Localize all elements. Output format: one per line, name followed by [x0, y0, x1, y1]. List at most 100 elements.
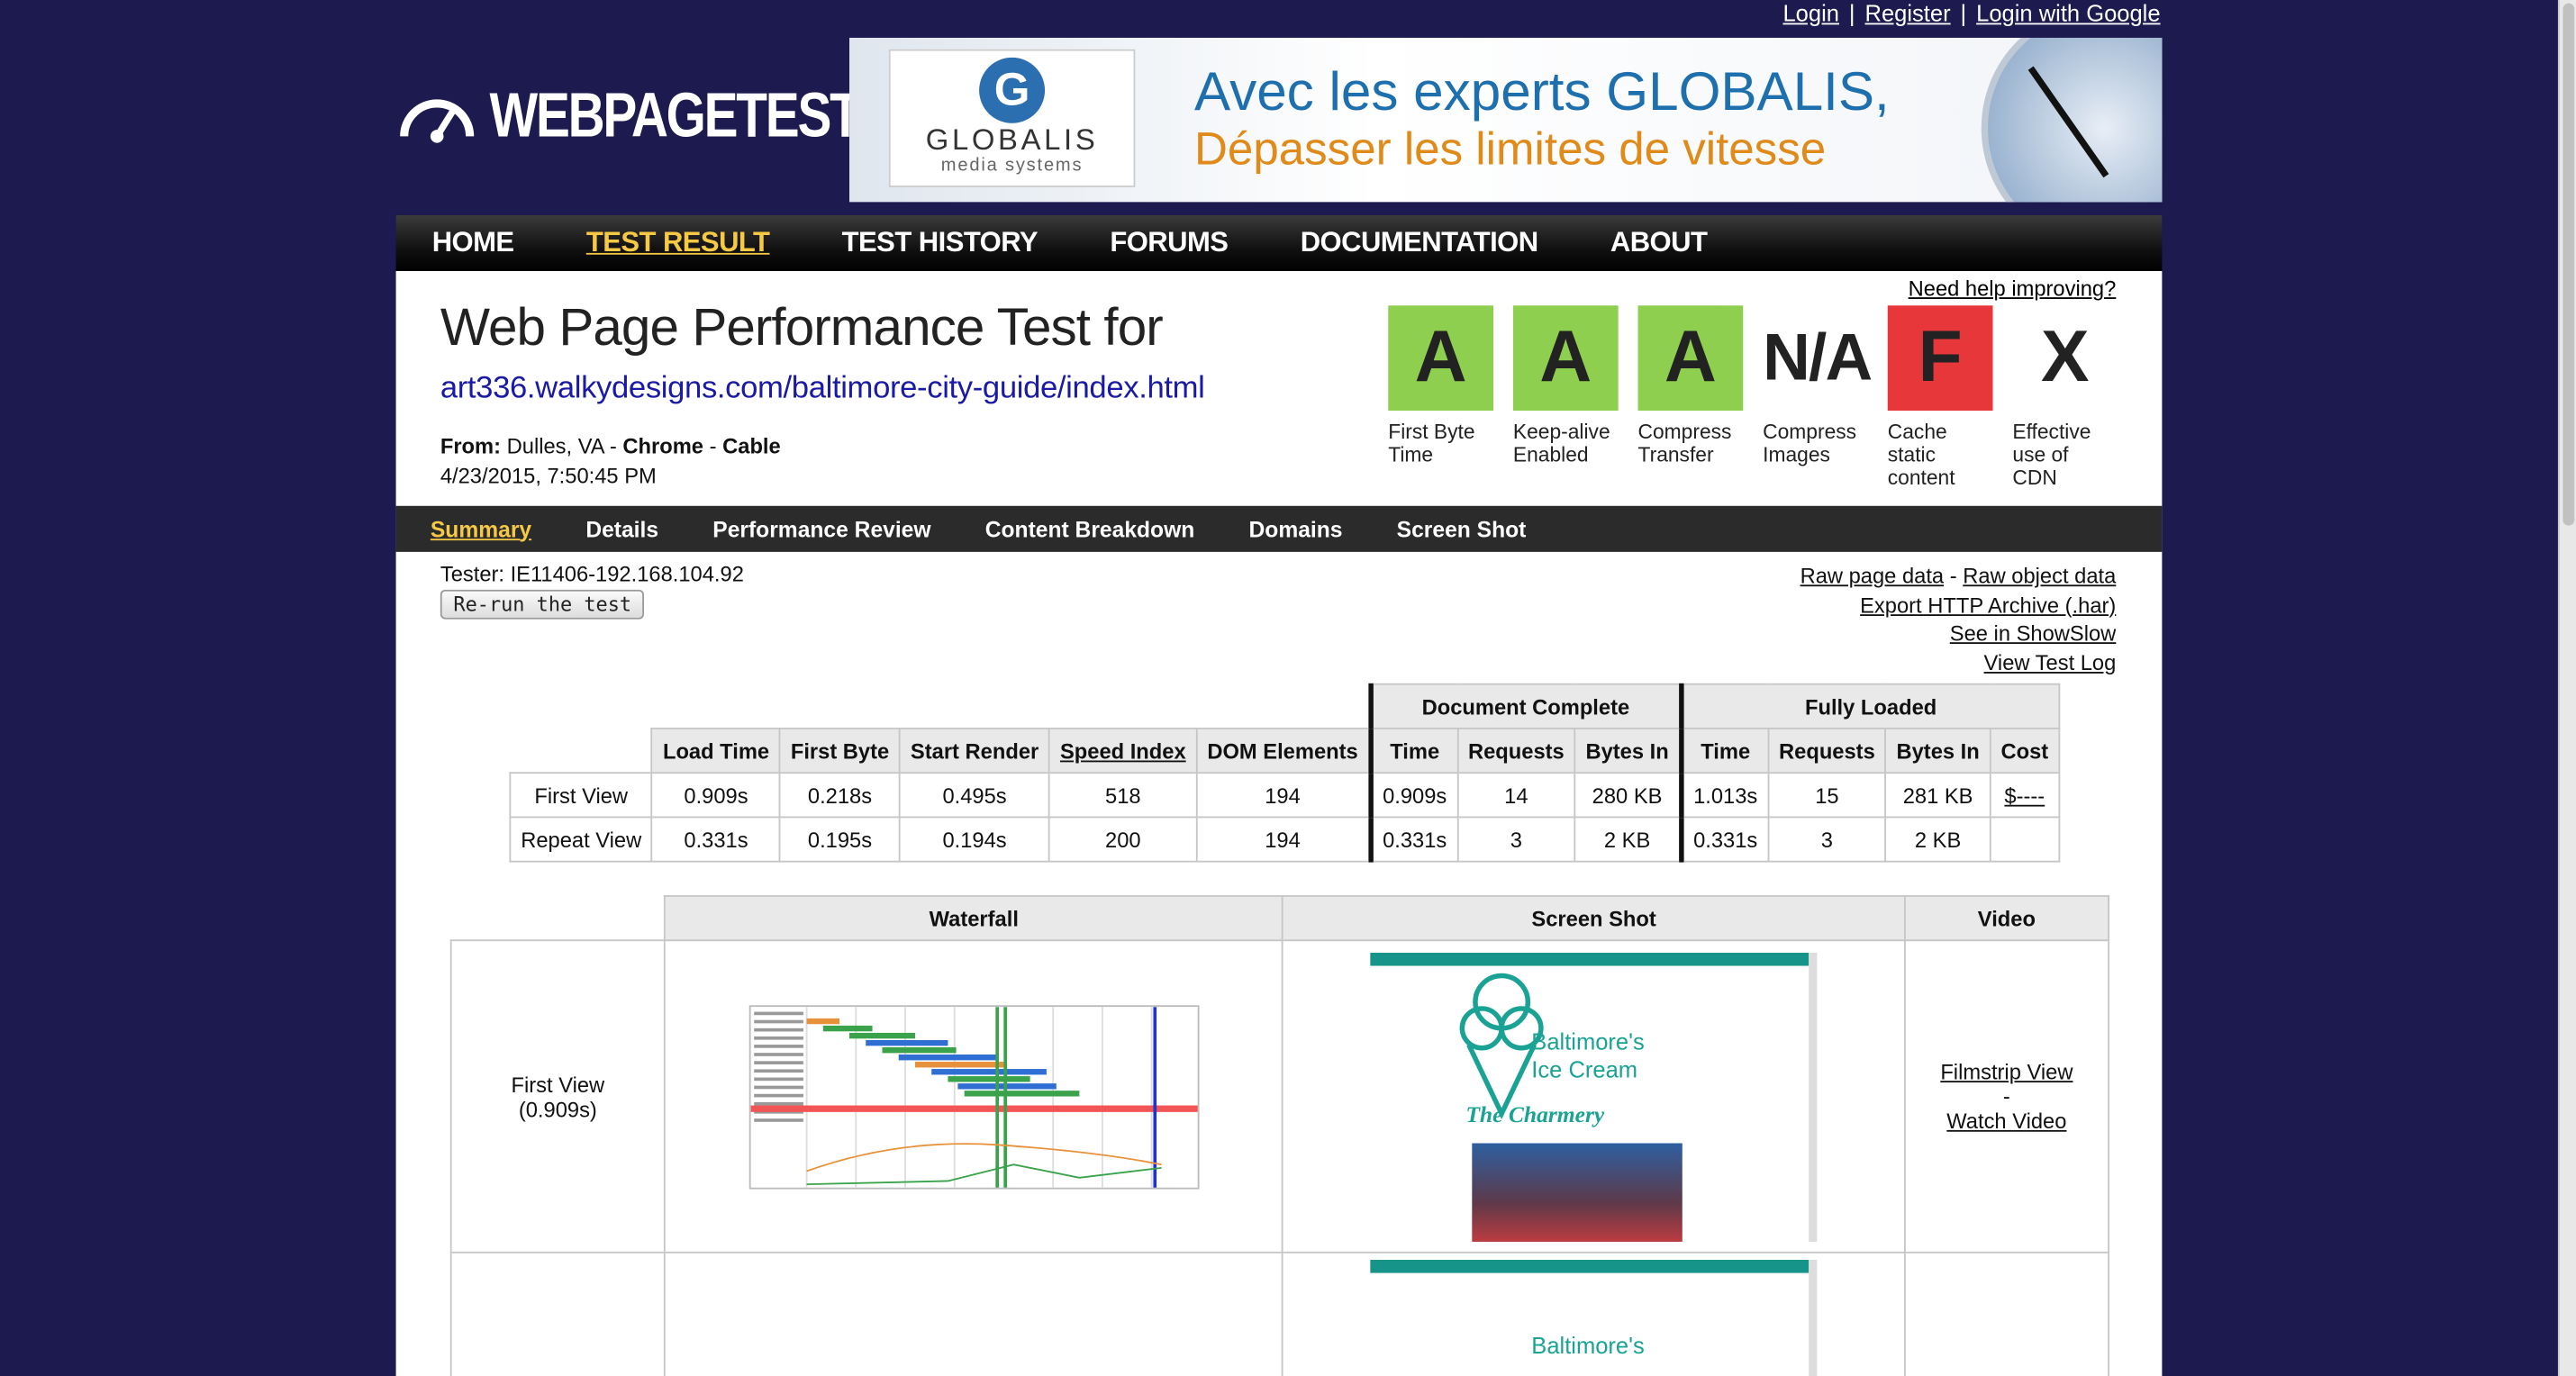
first-view-media-row: First View (0.909s) Baltimore's Ice Crea… [449, 939, 2110, 1254]
screenshot-title2: Ice Cream [1531, 1055, 1638, 1082]
cost-link[interactable]: $---- [1989, 772, 2060, 819]
cell: 14 [1456, 772, 1576, 819]
cell: 200 [1048, 816, 1198, 863]
row-label: Repeat View [509, 816, 654, 863]
first-view-time: (0.909s) [518, 1096, 597, 1121]
video-header: Video [1903, 895, 2110, 942]
from-dash: - [709, 433, 717, 458]
screenshot-title1: Baltimore's [1531, 1027, 1645, 1055]
showslow-link[interactable]: See in ShowSlow [1950, 620, 2117, 645]
fully-loaded-header: Fully Loaded [1678, 683, 2060, 729]
logo-text: WEBPAGETEST [489, 82, 861, 151]
cell: 0.194s [899, 816, 1051, 863]
table-row: First View 0.909s 0.218s 0.495s 518 194 … [509, 772, 2060, 819]
tested-url: art336.walkydesigns.com/baltimore-city-g… [440, 371, 1205, 406]
grade-box: N/A [1763, 305, 1873, 411]
from-connection: Cable [722, 433, 781, 458]
from-browser: Chrome [622, 433, 703, 458]
nav-test-history[interactable]: TEST HISTORY [842, 227, 1039, 259]
site-header-bar [1370, 952, 1810, 965]
register-link[interactable]: Register [1864, 0, 1950, 26]
login-google-link[interactable]: Login with Google [1976, 0, 2160, 26]
nav-documentation[interactable]: DOCUMENTATION [1301, 227, 1538, 259]
tab-details[interactable]: Details [585, 517, 658, 541]
col-fl-bytes: Bytes In [1884, 728, 1991, 774]
watch-video-link[interactable]: Watch Video [1946, 1109, 2066, 1133]
test-from: From: Dulles, VA - Chrome - Cable [440, 434, 781, 458]
cell: 2 KB [1884, 816, 1991, 863]
empty-cell [510, 684, 1370, 729]
advertisement-banner[interactable]: G GLOBALIS media systems Avec les expert… [849, 37, 2163, 203]
grade-label: Compress Transfer [1637, 420, 1732, 467]
nav-home[interactable]: HOME [432, 227, 514, 259]
grade-cdn[interactable]: X Effective use of CDN [2012, 305, 2118, 490]
grade-compress-transfer[interactable]: A Compress Transfer [1637, 305, 1744, 489]
from-location: Dulles, VA - [506, 433, 617, 458]
banner-brand-sub: media systems [940, 156, 1084, 177]
tab-domains[interactable]: Domains [1248, 517, 1342, 541]
col-fl-requests: Requests [1767, 728, 1887, 774]
col-dom-elements: DOM Elements [1195, 728, 1372, 774]
dash: - [1949, 563, 1957, 588]
screenshot-cell: Baltimore's [1282, 1251, 1906, 1376]
grade-label: First Byte Time [1388, 420, 1475, 467]
need-help-link[interactable]: Need help improving? [1909, 276, 2117, 300]
tab-performance-review[interactable]: Performance Review [712, 517, 930, 541]
nav-test-result[interactable]: TEST RESULT [586, 227, 770, 259]
col-speed-index[interactable]: Speed Index [1048, 728, 1198, 774]
nav-about[interactable]: ABOUT [1610, 227, 1708, 259]
grade-box: X [2012, 305, 2118, 411]
raw-page-data-link[interactable]: Raw page data [1800, 564, 1945, 588]
grade-compress-images[interactable]: N/A Compress Images [1763, 305, 1873, 489]
tab-screen-shot[interactable]: Screen Shot [1397, 517, 1527, 541]
login-link[interactable]: Login [1782, 0, 1839, 26]
screenshot-title1: Baltimore's [1531, 1332, 1645, 1359]
screenshot-header: Screen Shot [1282, 895, 1906, 942]
banner-brand: GLOBALIS [925, 122, 1099, 157]
col-fl-time: Time [1678, 728, 1770, 774]
export-har-link[interactable]: Export HTTP Archive (.har) [1860, 593, 2116, 617]
video-cell: Filmstrip View - Watch Video [1903, 939, 2110, 1254]
table-row: Repeat View 0.331s 0.195s 0.194s 200 194… [509, 816, 2060, 863]
nav-forums[interactable]: FORUMS [1110, 227, 1229, 259]
col-cost: Cost [1989, 728, 2060, 774]
waterfall-thumbnail[interactable] [748, 1004, 1200, 1189]
col-dc-time: Time [1367, 728, 1459, 774]
screenshot-thumbnail[interactable]: Baltimore's Ice Cream The Charmery [1370, 952, 1818, 1242]
cell: 2 KB [1574, 816, 1683, 863]
document-complete-header: Document Complete [1367, 683, 1683, 729]
separator: | [1848, 0, 1855, 27]
rerun-test-button[interactable]: Re-run the test [440, 589, 645, 620]
cell: 0.218s [779, 772, 901, 819]
waterfall-cell [664, 1251, 1284, 1376]
repeat-view-media-row: Baltimore's [449, 1251, 2110, 1376]
cell: 0.909s [1367, 772, 1459, 819]
storefront-photo [1472, 1142, 1683, 1242]
column-header-row: Load Time First Byte Start Render Speed … [510, 728, 2060, 774]
globalis-g-icon: G [979, 57, 1046, 123]
cell: 15 [1767, 772, 1887, 819]
screenshot-thumbnail-partial[interactable]: Baltimore's [1370, 1260, 1818, 1376]
view-test-log-link[interactable]: View Test Log [1984, 649, 2117, 674]
group-header-row: Document Complete Fully Loaded [510, 683, 2060, 729]
tab-content-breakdown[interactable]: Content Breakdown [985, 517, 1195, 541]
grade-keep-alive[interactable]: A Keep-alive Enabled [1512, 305, 1619, 489]
speedometer-icon [400, 99, 475, 143]
screenshot-heading: Baltimore's Ice Cream [1531, 1027, 1645, 1083]
waterfall-header: Waterfall [664, 895, 1284, 942]
cell: 0.195s [779, 816, 901, 863]
grade-label: Keep-alive Enabled [1512, 420, 1610, 467]
cell: 0.331s [651, 816, 781, 863]
grade-box: A [1512, 305, 1619, 411]
raw-object-data-link[interactable]: Raw object data [1963, 564, 2116, 588]
scrollbar-thumb[interactable] [2562, 3, 2575, 526]
grade-label: Cache static content [1887, 420, 1955, 490]
grade-first-byte[interactable]: A First Byte Time [1388, 305, 1494, 489]
grade-cache-static[interactable]: F Cache static content [1887, 305, 1993, 490]
cell: 281 KB [1884, 772, 1991, 819]
tab-summary[interactable]: Summary [431, 517, 531, 541]
page-scrollbar[interactable] [2557, 0, 2576, 1376]
filmstrip-view-link[interactable]: Filmstrip View [1940, 1059, 2073, 1083]
cell: 3 [1456, 816, 1576, 863]
grade-box: A [1637, 305, 1744, 411]
